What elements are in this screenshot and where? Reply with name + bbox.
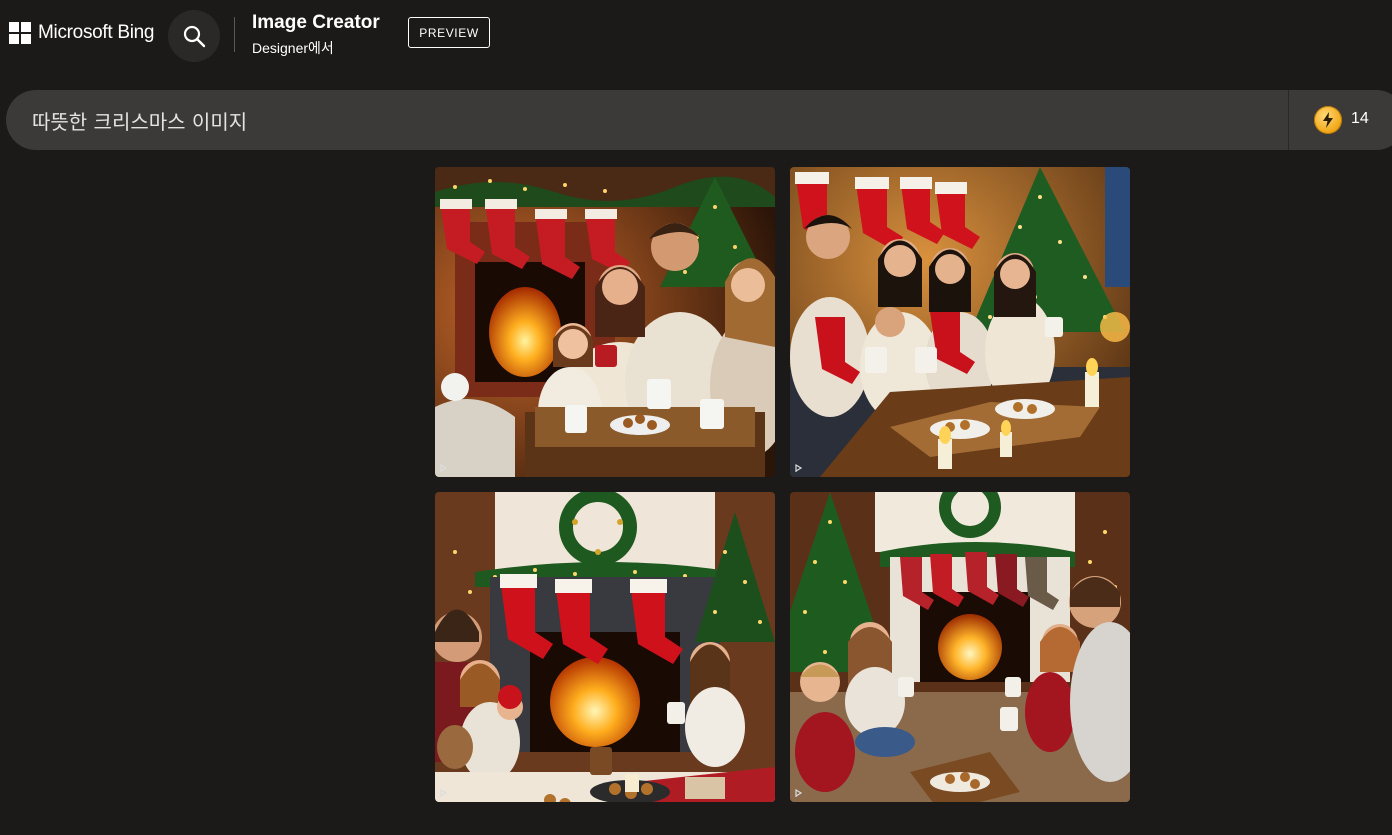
result-image-2[interactable]: [790, 167, 1130, 477]
bing-logo-link[interactable]: Microsoft Bing: [9, 22, 154, 44]
designer-watermark-icon: [795, 463, 803, 472]
boost-coin-icon[interactable]: [1314, 106, 1342, 134]
result-image-3[interactable]: [435, 492, 775, 802]
result-image-1[interactable]: [435, 167, 775, 477]
prompt-bar: 14: [6, 90, 1392, 150]
christmas-family-image: [435, 492, 775, 802]
prompt-bar-divider: [1288, 90, 1289, 150]
designer-watermark-icon: [440, 788, 448, 797]
search-button[interactable]: [168, 10, 220, 62]
result-image-4[interactable]: [790, 492, 1130, 802]
header: Microsoft Bing Image Creator Designer에서 …: [0, 0, 1392, 72]
header-divider: [234, 17, 235, 52]
christmas-family-image: [435, 167, 775, 477]
boost-count: 14: [1351, 110, 1369, 127]
prompt-input[interactable]: [32, 90, 1272, 150]
christmas-family-image: [790, 167, 1130, 477]
brand-name: Microsoft Bing: [38, 22, 155, 43]
preview-button[interactable]: PREVIEW: [408, 17, 490, 48]
microsoft-logo-icon: [9, 22, 31, 44]
app-subtitle: Designer에서: [252, 40, 334, 56]
designer-watermark-icon: [795, 788, 803, 797]
app-title: Image Creator: [252, 12, 380, 33]
christmas-family-image: [790, 492, 1130, 802]
lightning-icon: [1323, 112, 1333, 128]
designer-watermark-icon: [440, 463, 448, 472]
search-icon: [183, 25, 206, 48]
